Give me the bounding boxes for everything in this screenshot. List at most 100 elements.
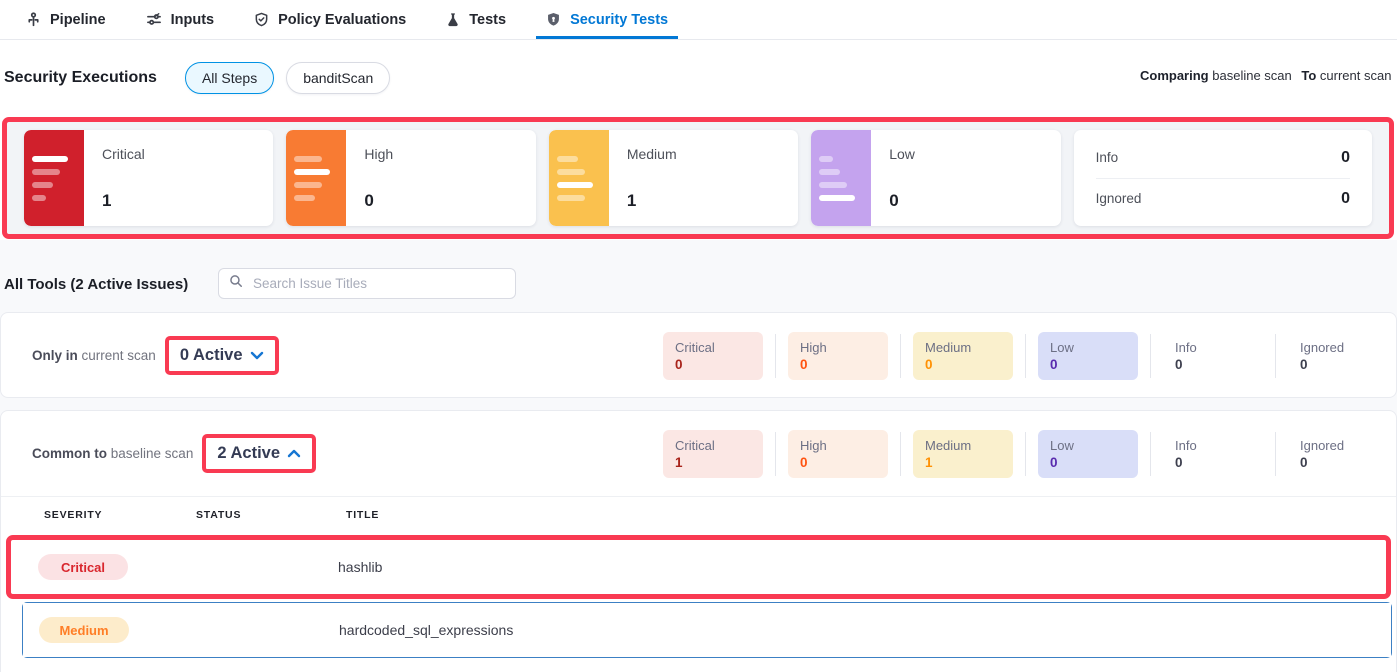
chip-divider	[775, 432, 776, 476]
pipeline-tabbar: Pipeline Inputs Policy Evaluations Tests…	[0, 0, 1397, 40]
info-value: 0	[1341, 149, 1350, 167]
tab-label: Inputs	[171, 12, 215, 28]
chip-divider	[1150, 432, 1151, 476]
chip-divider	[900, 334, 901, 378]
severity-card-label: Critical	[102, 146, 145, 162]
scope-name: baseline scan	[111, 446, 194, 461]
severity-chips-row: Critical 1 High 0 Medium 1 Low 0	[663, 430, 1388, 478]
policy-evaluations-icon	[254, 12, 269, 27]
chevron-down-icon[interactable]	[250, 347, 264, 365]
medium-severity-icon	[549, 130, 609, 226]
annotation-box-active-dropdown: 0 Active	[165, 336, 279, 375]
tab-tests[interactable]: Tests	[446, 0, 506, 39]
chip-value: 0	[1300, 356, 1376, 373]
all-tools-title: All Tools (2 Active Issues)	[4, 276, 188, 293]
severity-chips-row: Critical 0 High 0 Medium 0 Low 0	[663, 332, 1388, 380]
chip-divider	[1025, 334, 1026, 378]
chip-label: Ignored	[1300, 437, 1376, 454]
chip-value: 1	[675, 454, 751, 471]
severity-card-medium: Medium 1	[549, 130, 798, 226]
chip-value: 0	[800, 356, 876, 373]
chip-label: High	[800, 339, 876, 356]
severity-card-critical: Critical 1	[24, 130, 273, 226]
severity-card-label: High	[364, 146, 393, 162]
table-row[interactable]: Critical hashlib	[11, 540, 1386, 594]
search-icon	[229, 274, 243, 293]
chip-divider	[775, 334, 776, 378]
chip-value: 0	[925, 356, 1001, 373]
severity-card-value: 0	[889, 191, 915, 211]
chip-high: High 0	[788, 430, 888, 478]
severity-card-label: Medium	[627, 146, 677, 162]
chip-value: 0	[800, 454, 876, 471]
filter-pill-banditscan[interactable]: banditScan	[286, 62, 390, 94]
chip-low: Low 0	[1038, 332, 1138, 380]
chip-value: 0	[1175, 454, 1251, 471]
ignored-label: Ignored	[1096, 191, 1142, 206]
chip-value: 0	[1300, 454, 1376, 471]
chip-critical: Critical 0	[663, 332, 763, 380]
tab-inputs[interactable]: Inputs	[146, 0, 215, 39]
section-header: Only in current scan 0 Active Critical 0…	[1, 313, 1396, 398]
scope-name: current scan	[82, 348, 156, 363]
page-title: Security Executions	[4, 69, 157, 87]
ignored-value: 0	[1341, 190, 1350, 208]
chip-info: Info 0	[1163, 430, 1263, 478]
chip-divider	[900, 432, 901, 476]
chip-divider	[1150, 334, 1151, 378]
chip-value: 1	[925, 454, 1001, 471]
info-label: Info	[1096, 150, 1119, 165]
chip-low: Low 0	[1038, 430, 1138, 478]
chip-label: Low	[1050, 437, 1126, 454]
chip-ignored: Ignored 0	[1288, 430, 1388, 478]
active-count-dropdown[interactable]: 0 Active	[180, 346, 243, 365]
filter-pill-all-steps[interactable]: All Steps	[185, 62, 274, 94]
baseline-scan-value: baseline scan	[1212, 68, 1292, 83]
issue-search-box[interactable]	[218, 268, 516, 299]
tab-label: Tests	[469, 12, 506, 28]
chip-label: Critical	[675, 339, 751, 356]
pipeline-icon	[26, 12, 41, 27]
section-header: Common to baseline scan 2 Active Critica…	[1, 411, 1396, 497]
chip-ignored: Ignored 0	[1288, 332, 1388, 380]
issue-title: hashlib	[338, 559, 1386, 575]
column-header-title: TITLE	[346, 509, 1396, 521]
table-row[interactable]: Medium hardcoded_sql_expressions	[23, 603, 1391, 657]
chip-label: Low	[1050, 339, 1126, 356]
table-row-card: Medium hardcoded_sql_expressions	[22, 602, 1392, 658]
active-count-dropdown[interactable]: 2 Active	[217, 444, 280, 463]
annotation-box-issue-row: Critical hashlib	[6, 535, 1391, 599]
issues-table-header: SEVERITY STATUS TITLE	[1, 497, 1396, 531]
search-input[interactable]	[251, 275, 505, 292]
chip-divider	[1025, 432, 1026, 476]
executions-header: Security Executions All Steps banditScan…	[0, 58, 1397, 98]
chip-label: Ignored	[1300, 339, 1376, 356]
chip-critical: Critical 1	[663, 430, 763, 478]
column-header-status: STATUS	[196, 509, 346, 521]
security-tests-page: Pipeline Inputs Policy Evaluations Tests…	[0, 0, 1397, 672]
tab-pipeline[interactable]: Pipeline	[26, 0, 106, 39]
chip-value: 0	[1175, 356, 1251, 373]
critical-severity-icon	[24, 130, 84, 226]
comparing-label: Comparing	[1140, 68, 1209, 83]
tab-security-tests[interactable]: Security Tests	[546, 0, 668, 39]
severity-card-label: Low	[889, 146, 915, 162]
chip-label: Medium	[925, 437, 1001, 454]
chip-medium: Medium 0	[913, 332, 1013, 380]
chip-high: High 0	[788, 332, 888, 380]
tab-policy-evaluations[interactable]: Policy Evaluations	[254, 0, 406, 39]
chip-info: Info 0	[1163, 332, 1263, 380]
chevron-up-icon[interactable]	[287, 445, 301, 463]
tab-label: Pipeline	[50, 12, 106, 28]
section-common-to-baseline-scan: Common to baseline scan 2 Active Critica…	[0, 410, 1397, 672]
annotation-box-severity-cards: Critical 1 High 0 Medium 1	[2, 117, 1394, 239]
issue-title: hardcoded_sql_expressions	[339, 622, 1391, 638]
chip-label: Medium	[925, 339, 1001, 356]
scope-prefix: Common to	[32, 446, 107, 461]
to-label: To	[1301, 68, 1316, 83]
chip-label: Critical	[675, 437, 751, 454]
high-severity-icon	[286, 130, 346, 226]
chip-divider	[1275, 334, 1276, 378]
severity-card-high: High 0	[286, 130, 535, 226]
all-tools-row: All Tools (2 Active Issues)	[0, 262, 1397, 306]
